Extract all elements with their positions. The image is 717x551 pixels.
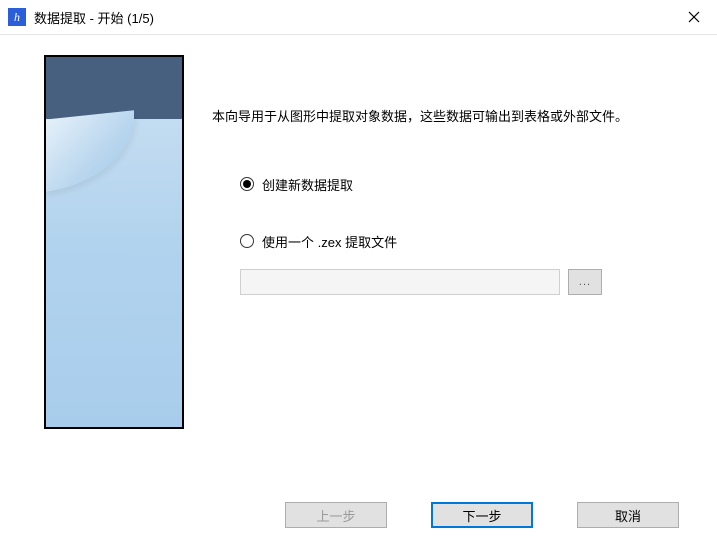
radio-create-new-label: 创建新数据提取 [262,175,353,194]
radio-use-file-label: 使用一个 .zex 提取文件 [262,232,397,251]
radio-use-file[interactable]: 使用一个 .zex 提取文件 [240,232,687,251]
cancel-button-label: 取消 [615,506,641,525]
wizard-side-graphic [44,55,184,429]
cancel-button[interactable]: 取消 [577,502,679,528]
option-group: 创建新数据提取 使用一个 .zex 提取文件 ... [212,175,687,295]
back-button-label: 上一步 [316,506,355,525]
intro-text: 本向导用于从图形中提取对象数据，这些数据可输出到表格或外部文件。 [212,107,687,127]
app-icon: h [8,8,26,26]
wizard-body: 本向导用于从图形中提取对象数据，这些数据可输出到表格或外部文件。 创建新数据提取… [0,35,717,493]
radio-icon [240,177,254,191]
zex-file-input [240,269,560,295]
close-icon [688,11,700,23]
next-button[interactable]: 下一步 [431,502,533,528]
radio-create-new[interactable]: 创建新数据提取 [240,175,687,194]
file-picker-row: ... [240,269,687,295]
close-button[interactable] [671,0,717,35]
back-button: 上一步 [285,502,387,528]
next-button-label: 下一步 [462,506,501,525]
wizard-main: 本向导用于从图形中提取对象数据，这些数据可输出到表格或外部文件。 创建新数据提取… [212,55,687,483]
browse-button-label: ... [579,276,591,288]
browse-button[interactable]: ... [568,269,602,295]
window-title: 数据提取 - 开始 (1/5) [34,8,154,27]
titlebar: h 数据提取 - 开始 (1/5) [0,0,717,35]
radio-icon [240,234,254,248]
wizard-button-row: 上一步 下一步 取消 [0,493,717,551]
